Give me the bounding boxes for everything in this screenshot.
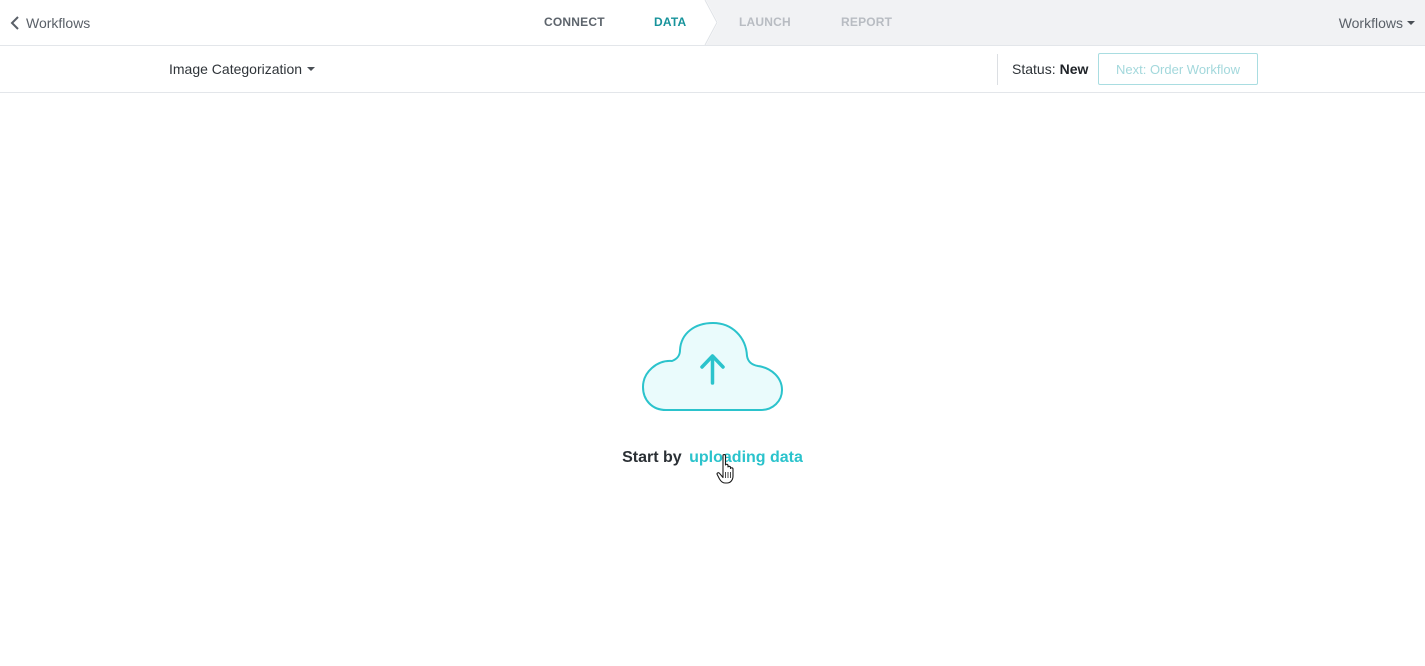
upload-data-link[interactable]: uploading data	[689, 449, 803, 466]
status-indicator: Status: New	[1012, 46, 1088, 92]
back-link-label: Workflows	[26, 14, 91, 31]
step-chevron-separator	[697, 0, 718, 45]
step-data[interactable]: DATA	[654, 0, 686, 45]
caret-down-icon	[1407, 20, 1415, 25]
hand-pointer-cursor-icon	[716, 453, 734, 484]
workflows-dropdown-label: Workflows	[1338, 14, 1403, 31]
empty-state-message: Start by uploading data	[0, 449, 1425, 467]
project-selector[interactable]: Image Categorization	[169, 46, 316, 92]
toolbar-divider	[997, 54, 998, 85]
workflows-dropdown[interactable]: Workflows	[1339, 0, 1415, 45]
project-name: Image Categorization	[169, 61, 303, 77]
next-order-workflow-button[interactable]: Next: Order Workflow	[1098, 53, 1258, 85]
status-label: Status:	[1012, 61, 1056, 77]
step-report[interactable]: REPORT	[841, 0, 892, 45]
cloud-upload-icon[interactable]	[640, 320, 785, 415]
caret-down-icon	[307, 67, 316, 71]
back-to-workflows-link[interactable]: Workflows	[10, 0, 90, 45]
chevron-left-icon	[10, 15, 19, 30]
workflow-toolbar: Image Categorization Status: New Next: O…	[0, 46, 1425, 93]
empty-state-prefix: Start by	[622, 449, 682, 466]
step-launch[interactable]: LAUNCH	[739, 0, 791, 45]
step-connect[interactable]: CONNECT	[544, 0, 605, 45]
top-nav-bar: Workflows CONNECT DATA LAUNCH REPORT Wor…	[0, 0, 1425, 46]
pending-steps-background	[706, 0, 1425, 45]
status-value: New	[1059, 61, 1089, 77]
